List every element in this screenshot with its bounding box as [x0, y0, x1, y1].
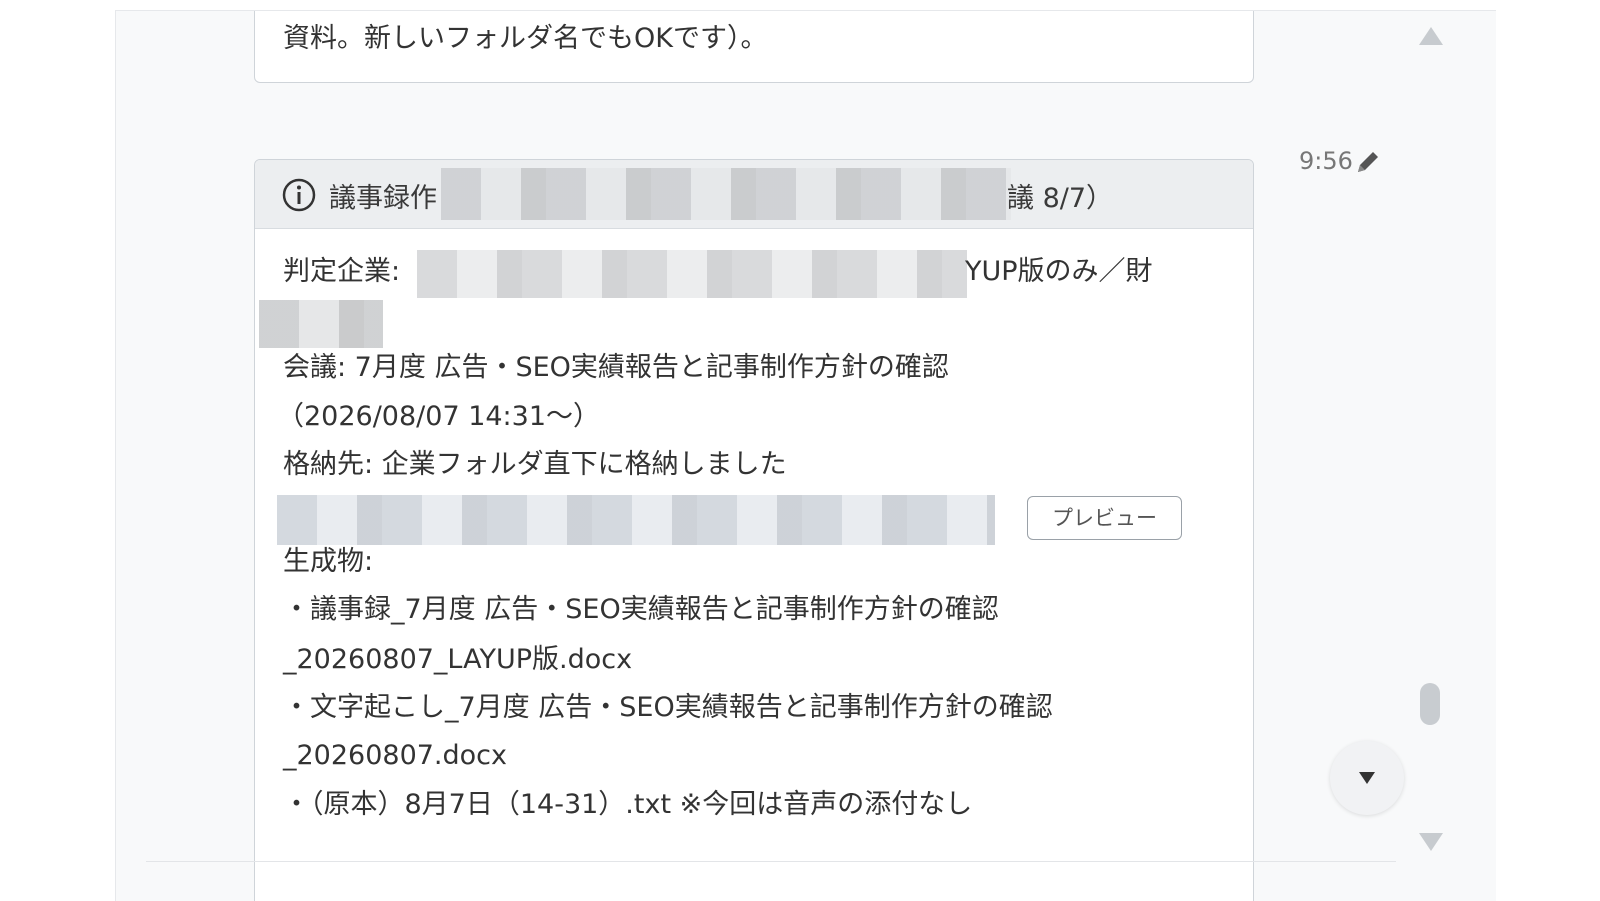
storage-line: 格納先: 企業フォルダ直下に格納しました — [283, 449, 787, 480]
message-title-suffix: 議 8/7） — [1007, 183, 1114, 214]
triangle-down-icon[interactable] — [1417, 831, 1445, 853]
company-label: 判定企業: — [283, 256, 401, 287]
info-icon — [282, 178, 316, 212]
message-card: 議事録作 議 8/7） 判定企業: YUP版のみ／財 会議: 7月度 広告・SE… — [254, 159, 1254, 901]
redacted-company-continued — [259, 300, 383, 348]
meeting-datetime: （2026/08/07 14:31〜） — [277, 401, 601, 432]
previous-message-text: 資料。新しいフォルダ名でもOKです）。 — [283, 23, 768, 54]
meeting-line: 会議: 7月度 広告・SEO実績報告と記事制作方針の確認 — [283, 352, 949, 383]
redacted-storage-link[interactable] — [277, 495, 995, 545]
scrollbar-thumb[interactable] — [1420, 683, 1440, 725]
previous-message-card: 資料。新しいフォルダ名でもOKです）。 — [254, 11, 1254, 83]
pencil-icon[interactable] — [1353, 147, 1383, 177]
preview-button[interactable]: プレビュー — [1027, 496, 1182, 540]
message-title: 議事録作 — [329, 183, 437, 214]
message-time: 9:56 — [1299, 147, 1353, 175]
company-suffix: YUP版のみ／財 — [965, 256, 1153, 287]
redacted-company — [417, 250, 967, 298]
chat-panel: 資料。新しいフォルダ名でもOKです）。 議事録作 議 8/7） 判定企業: YU… — [115, 10, 1496, 901]
scroll-to-bottom-button[interactable] — [1330, 741, 1404, 815]
divider — [146, 861, 1396, 862]
caret-down-icon — [1359, 772, 1375, 784]
redacted-title — [441, 168, 1011, 220]
outputs-label: 生成物: — [283, 546, 374, 577]
output-item-continued: _20260807.docx — [283, 740, 507, 771]
output-item: ・議事録_7月度 広告・SEO実績報告と記事制作方針の確認 — [283, 594, 999, 625]
output-item: ・文字起こし_7月度 広告・SEO実績報告と記事制作方針の確認 — [283, 692, 1053, 723]
triangle-up-icon[interactable] — [1417, 25, 1445, 47]
output-item-continued: _20260807_LAYUP版.docx — [283, 644, 633, 675]
message-card-header: 議事録作 議 8/7） — [255, 160, 1253, 229]
output-item: ・（原本）8月7日（14-31）.txt ※今回は音声の添付なし — [283, 789, 973, 820]
